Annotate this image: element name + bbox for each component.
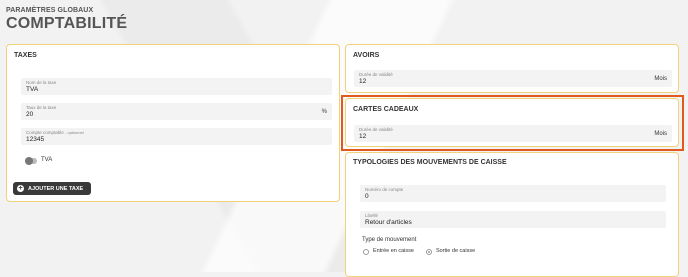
taxes-title: TAXES xyxy=(14,52,37,59)
tax-rate-value: 20 xyxy=(26,111,34,118)
tax-name-field[interactable]: Nom de la taxe TVA xyxy=(21,78,332,95)
libelle-value: Retour d'articles xyxy=(365,219,412,226)
libelle-field[interactable]: Libellé Retour d'articles xyxy=(360,211,666,228)
plus-icon: + xyxy=(17,185,24,192)
optional-hint: - optionnel xyxy=(65,130,84,135)
radio-entree-label: Entrée en caisse xyxy=(373,248,414,254)
cash-movements-card: TYPOLOGIES DES MOUVEMENTS DE CAISSE Numé… xyxy=(345,152,679,277)
add-tax-label: AJOUTER UNE TAXE xyxy=(28,185,84,192)
cash-movements-title: TYPOLOGIES DES MOUVEMENTS DE CAISSE xyxy=(353,159,507,166)
account-number-field[interactable]: Numéro de compte 0 xyxy=(360,185,666,202)
page-header: PARAMÈTRES GLOBAUX COMPTABILITÉ xyxy=(6,7,127,33)
avoirs-validity-unit: Mois xyxy=(654,76,667,82)
radio-entree[interactable] xyxy=(363,249,369,255)
radio-sortie[interactable] xyxy=(426,249,432,255)
accounting-account-value: 12345 xyxy=(26,136,45,143)
tax-rate-field[interactable]: Taux de la taxe 20 % xyxy=(21,103,332,120)
account-number-value: 0 xyxy=(365,193,369,200)
avoirs-title: AVOIRS xyxy=(353,52,380,59)
tax-rate-unit: % xyxy=(321,109,327,115)
add-tax-button[interactable]: + AJOUTER UNE TAXE xyxy=(13,182,91,195)
avoirs-card: AVOIRS Durée de validité 12 Mois xyxy=(345,44,679,93)
movement-type-label: Type de mouvement xyxy=(362,237,417,243)
gift-cards-highlight xyxy=(341,95,684,151)
radio-sortie-label: Sortie de caisse xyxy=(436,248,476,254)
taxes-card: TAXES Nom de la taxe TVA Taux de la taxe… xyxy=(6,44,340,202)
avoirs-validity-value: 12 xyxy=(359,78,367,85)
tva-toggle[interactable] xyxy=(25,157,37,165)
accounting-account-field[interactable]: Compte comptable - optionnel 12345 xyxy=(21,128,332,145)
avoirs-validity-field[interactable]: Durée de validité 12 Mois xyxy=(354,70,672,87)
tax-name-value: TVA xyxy=(26,86,39,93)
tva-toggle-label: TVA xyxy=(41,157,53,163)
page-subtitle: PARAMÈTRES GLOBAUX xyxy=(6,7,94,14)
page-title: COMPTABILITÉ xyxy=(6,15,128,32)
